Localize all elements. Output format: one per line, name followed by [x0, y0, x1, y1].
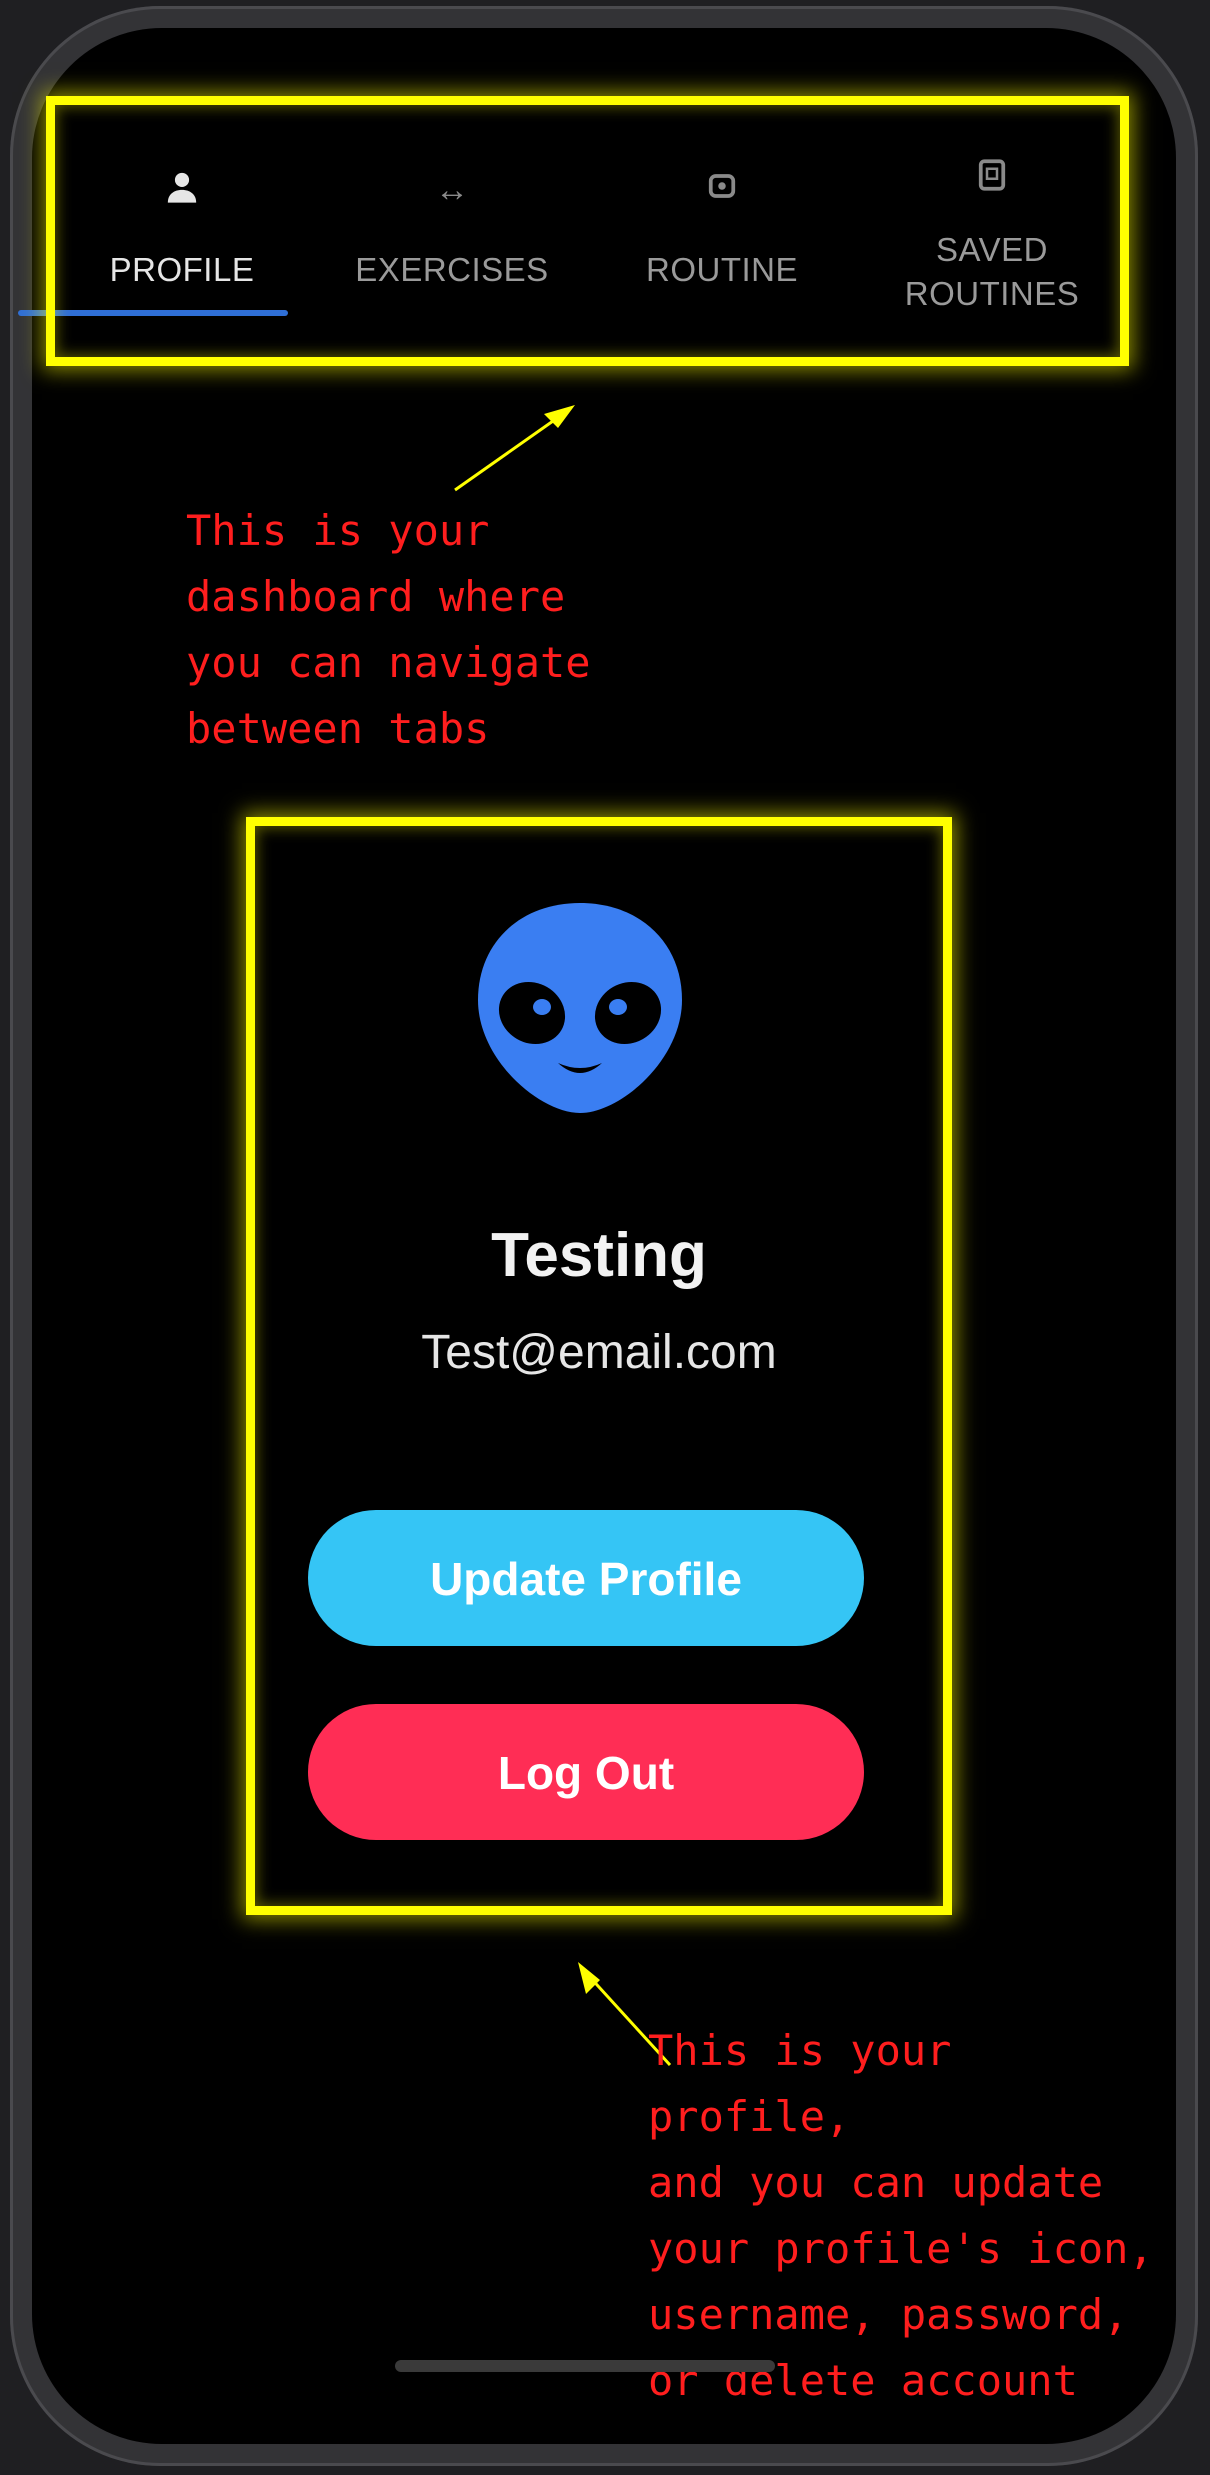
profile-username: Testing	[491, 1221, 707, 1290]
tabs-annotation: This is your dashboard where you can nav…	[186, 506, 591, 753]
arrow-head-profile	[578, 1962, 600, 1994]
update-profile-button[interactable]: Update Profile	[308, 1510, 864, 1646]
alien-face-icon[interactable]	[470, 895, 690, 1120]
arrow-to-tabs	[454, 412, 564, 492]
log-out-button[interactable]: Log Out	[308, 1704, 864, 1840]
profile-annotation: This is your profile, and you can update…	[648, 2026, 1154, 2405]
home-indicator[interactable]	[395, 2360, 775, 2372]
profile-email: Test@email.com	[421, 1326, 777, 1379]
